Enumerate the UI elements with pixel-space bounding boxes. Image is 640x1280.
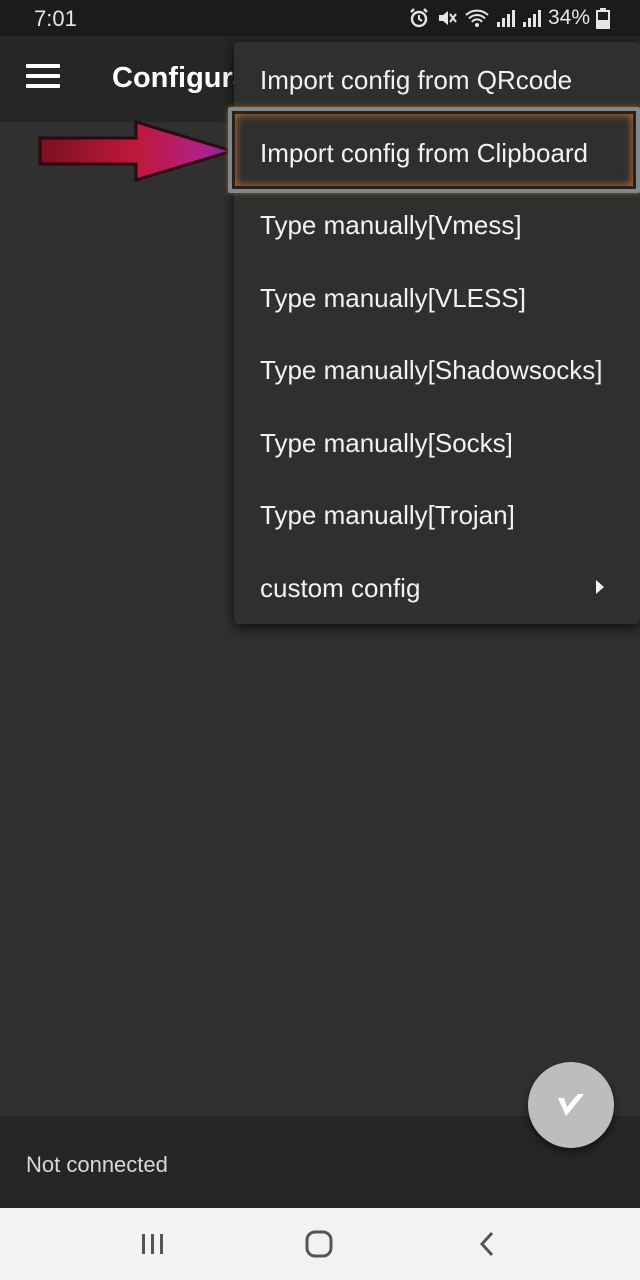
connection-status-text: Not connected [26, 1152, 168, 1177]
wifi-icon [464, 7, 490, 29]
connect-fab-button[interactable] [528, 1062, 614, 1148]
mute-icon [436, 7, 458, 29]
signal-icon [496, 8, 516, 28]
home-icon[interactable] [302, 1226, 336, 1262]
signal-icon [522, 8, 542, 28]
add-config-dropdown-menu: Import config from QRcode Import config … [234, 42, 640, 624]
menu-item-type-vmess[interactable]: Type manually[Vmess] [234, 189, 640, 261]
alarm-icon [408, 7, 430, 29]
menu-item-type-shadowsocks[interactable]: Type manually[Shadowsocks] [234, 334, 640, 406]
status-time: 7:01 [34, 6, 77, 31]
hamburger-menu-icon[interactable] [26, 64, 60, 92]
menu-item-label: custom config [260, 572, 421, 603]
v-logo-icon [558, 1094, 584, 1116]
menu-item-import-clipboard[interactable]: Import config from Clipboard [234, 117, 640, 189]
submenu-arrow-icon [596, 580, 604, 594]
status-bar: 7:01 34% [0, 0, 640, 36]
status-icons: 34% [408, 6, 610, 30]
battery-icon [596, 7, 610, 29]
recent-apps-icon[interactable] [136, 1226, 170, 1262]
menu-item-type-socks[interactable]: Type manually[Socks] [234, 407, 640, 479]
battery-text: 34% [547, 6, 590, 29]
annotation-arrow-icon [38, 119, 236, 183]
menu-item-import-qrcode[interactable]: Import config from QRcode [234, 44, 640, 116]
menu-item-custom-config[interactable]: custom config [234, 552, 640, 624]
menu-item-type-vless[interactable]: Type manually[VLESS] [234, 262, 640, 334]
menu-item-type-trojan[interactable]: Type manually[Trojan] [234, 479, 640, 551]
system-nav-bar [0, 1208, 640, 1280]
page-title: Configura [112, 62, 249, 94]
back-icon[interactable] [472, 1226, 502, 1262]
